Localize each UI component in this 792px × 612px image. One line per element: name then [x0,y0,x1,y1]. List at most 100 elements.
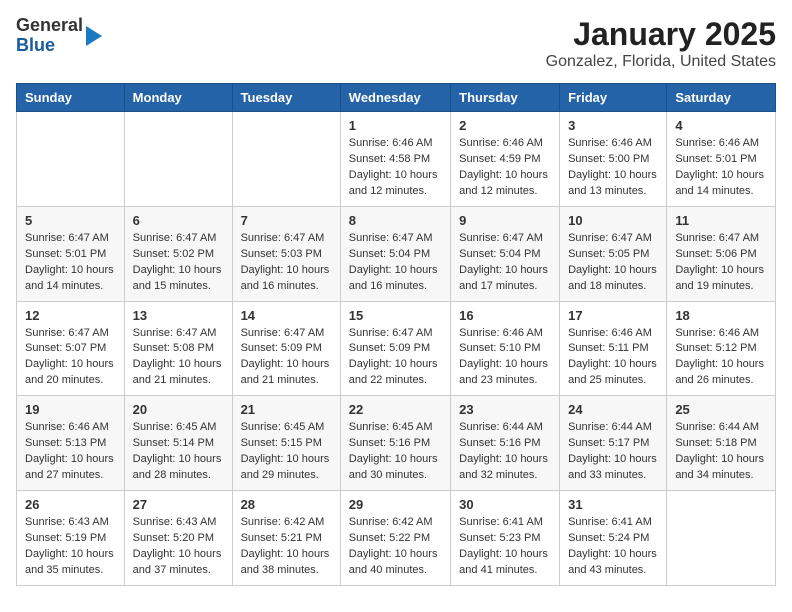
day-info: Sunrise: 6:47 AM Sunset: 5:02 PM Dayligh… [133,231,224,295]
calendar-cell: 28 Sunrise: 6:42 AM Sunset: 5:21 PM Dayli… [232,491,340,586]
day-info: Sunrise: 6:44 AM Sunset: 5:16 PM Dayligh… [459,420,551,484]
day-info: Sunrise: 6:46 AM Sunset: 5:00 PM Dayligh… [568,136,658,200]
logo: General Blue [16,16,102,56]
calendar-week-row: 1Sunrise: 6:46 AM Sunset: 4:58 PM Daylig… [17,112,776,207]
day-info: Sunrise: 6:41 AM Sunset: 5:23 PM Dayligh… [459,515,551,579]
day-number: 17 [568,308,658,323]
calendar-cell: 17 Sunrise: 6:46 AM Sunset: 5:11 PM Dayli… [560,301,667,396]
day-info: Sunrise: 6:47 AM Sunset: 5:03 PM Dayligh… [241,231,332,295]
calendar-day-header: Monday [124,84,232,112]
day-info: Sunrise: 6:47 AM Sunset: 5:07 PM Dayligh… [25,326,116,390]
calendar-cell [17,112,125,207]
day-number: 27 [133,497,224,512]
calendar-cell [667,491,776,586]
calendar-cell: 20Sunrise: 6:45 AM Sunset: 5:14 PM Dayli… [124,396,232,491]
day-info: Sunrise: 6:42 AM Sunset: 5:22 PM Dayligh… [349,515,442,579]
calendar-week-row: 12 Sunrise: 6:47 AM Sunset: 5:07 PM Dayli… [17,301,776,396]
calendar-cell: 26 Sunrise: 6:43 AM Sunset: 5:19 PM Dayli… [17,491,125,586]
day-info: Sunrise: 6:45 AM Sunset: 5:15 PM Dayligh… [241,420,332,484]
calendar-cell: 10 Sunrise: 6:47 AM Sunset: 5:05 PM Dayli… [560,206,667,301]
calendar-cell [124,112,232,207]
calendar-day-header: Tuesday [232,84,340,112]
day-info: Sunrise: 6:47 AM Sunset: 5:04 PM Dayligh… [459,231,551,295]
calendar-cell: 16 Sunrise: 6:46 AM Sunset: 5:10 PM Dayli… [451,301,560,396]
day-number: 4 [675,118,767,133]
calendar-week-row: 19 Sunrise: 6:46 AM Sunset: 5:13 PM Dayli… [17,396,776,491]
calendar-cell: 15Sunrise: 6:47 AM Sunset: 5:09 PM Dayli… [340,301,450,396]
calendar-cell: 25 Sunrise: 6:44 AM Sunset: 5:18 PM Dayli… [667,396,776,491]
day-number: 2 [459,118,551,133]
day-info: Sunrise: 6:46 AM Sunset: 5:11 PM Dayligh… [568,326,658,390]
day-number: 29 [349,497,442,512]
day-number: 21 [241,402,332,417]
calendar-cell: 4Sunrise: 6:46 AM Sunset: 5:01 PM Daylig… [667,112,776,207]
calendar-table: SundayMondayTuesdayWednesdayThursdayFrid… [16,83,776,586]
day-number: 7 [241,213,332,228]
day-info: Sunrise: 6:43 AM Sunset: 5:19 PM Dayligh… [25,515,116,579]
day-info: Sunrise: 6:45 AM Sunset: 5:16 PM Dayligh… [349,420,442,484]
day-number: 10 [568,213,658,228]
day-info: Sunrise: 6:46 AM Sunset: 5:10 PM Dayligh… [459,326,551,390]
day-number: 6 [133,213,224,228]
day-number: 5 [25,213,116,228]
calendar-cell: 21 Sunrise: 6:45 AM Sunset: 5:15 PM Dayli… [232,396,340,491]
calendar-week-row: 26 Sunrise: 6:43 AM Sunset: 5:19 PM Dayli… [17,491,776,586]
day-number: 26 [25,497,116,512]
day-info: Sunrise: 6:47 AM Sunset: 5:08 PM Dayligh… [133,326,224,390]
day-info: Sunrise: 6:47 AM Sunset: 5:04 PM Dayligh… [349,231,442,295]
calendar-cell: 5Sunrise: 6:47 AM Sunset: 5:01 PM Daylig… [17,206,125,301]
calendar-week-row: 5Sunrise: 6:47 AM Sunset: 5:01 PM Daylig… [17,206,776,301]
title-block: January 2025 Gonzalez, Florida, United S… [546,16,776,71]
day-number: 8 [349,213,442,228]
calendar-cell: 12 Sunrise: 6:47 AM Sunset: 5:07 PM Dayli… [17,301,125,396]
calendar-cell: 22Sunrise: 6:45 AM Sunset: 5:16 PM Dayli… [340,396,450,491]
day-number: 13 [133,308,224,323]
calendar-header-row: SundayMondayTuesdayWednesdayThursdayFrid… [17,84,776,112]
logo-text: General Blue [16,16,83,56]
calendar-cell: 11Sunrise: 6:47 AM Sunset: 5:06 PM Dayli… [667,206,776,301]
day-number: 3 [568,118,658,133]
calendar-cell: 29 Sunrise: 6:42 AM Sunset: 5:22 PM Dayli… [340,491,450,586]
calendar-body: 1Sunrise: 6:46 AM Sunset: 4:58 PM Daylig… [17,112,776,586]
day-number: 28 [241,497,332,512]
day-number: 23 [459,402,551,417]
day-number: 9 [459,213,551,228]
calendar-cell: 31Sunrise: 6:41 AM Sunset: 5:24 PM Dayli… [560,491,667,586]
calendar-cell: 13 Sunrise: 6:47 AM Sunset: 5:08 PM Dayli… [124,301,232,396]
day-number: 19 [25,402,116,417]
day-number: 30 [459,497,551,512]
day-number: 12 [25,308,116,323]
calendar-cell: 7 Sunrise: 6:47 AM Sunset: 5:03 PM Daylig… [232,206,340,301]
calendar-cell: 14Sunrise: 6:47 AM Sunset: 5:09 PM Dayli… [232,301,340,396]
day-info: Sunrise: 6:47 AM Sunset: 5:09 PM Dayligh… [349,326,442,390]
calendar-cell: 19 Sunrise: 6:46 AM Sunset: 5:13 PM Dayli… [17,396,125,491]
day-info: Sunrise: 6:44 AM Sunset: 5:18 PM Dayligh… [675,420,767,484]
calendar-cell: 24Sunrise: 6:44 AM Sunset: 5:17 PM Dayli… [560,396,667,491]
logo-general: General [16,16,83,36]
day-number: 16 [459,308,551,323]
day-info: Sunrise: 6:43 AM Sunset: 5:20 PM Dayligh… [133,515,224,579]
day-info: Sunrise: 6:46 AM Sunset: 4:58 PM Dayligh… [349,136,442,200]
calendar-cell: 3 Sunrise: 6:46 AM Sunset: 5:00 PM Daylig… [560,112,667,207]
day-info: Sunrise: 6:46 AM Sunset: 5:13 PM Dayligh… [25,420,116,484]
calendar-cell: 23 Sunrise: 6:44 AM Sunset: 5:16 PM Dayli… [451,396,560,491]
day-number: 18 [675,308,767,323]
calendar-day-header: Saturday [667,84,776,112]
page-title: January 2025 [546,16,776,53]
day-number: 11 [675,213,767,228]
day-number: 25 [675,402,767,417]
calendar-cell: 2 Sunrise: 6:46 AM Sunset: 4:59 PM Daylig… [451,112,560,207]
calendar-cell: 9 Sunrise: 6:47 AM Sunset: 5:04 PM Daylig… [451,206,560,301]
day-number: 20 [133,402,224,417]
calendar-cell: 27 Sunrise: 6:43 AM Sunset: 5:20 PM Dayli… [124,491,232,586]
day-number: 24 [568,402,658,417]
logo-blue: Blue [16,36,83,56]
day-number: 14 [241,308,332,323]
calendar-day-header: Friday [560,84,667,112]
calendar-cell: 8 Sunrise: 6:47 AM Sunset: 5:04 PM Daylig… [340,206,450,301]
day-info: Sunrise: 6:46 AM Sunset: 4:59 PM Dayligh… [459,136,551,200]
calendar-day-header: Wednesday [340,84,450,112]
day-info: Sunrise: 6:47 AM Sunset: 5:05 PM Dayligh… [568,231,658,295]
arrow-right-icon [86,26,102,46]
day-info: Sunrise: 6:42 AM Sunset: 5:21 PM Dayligh… [241,515,332,579]
